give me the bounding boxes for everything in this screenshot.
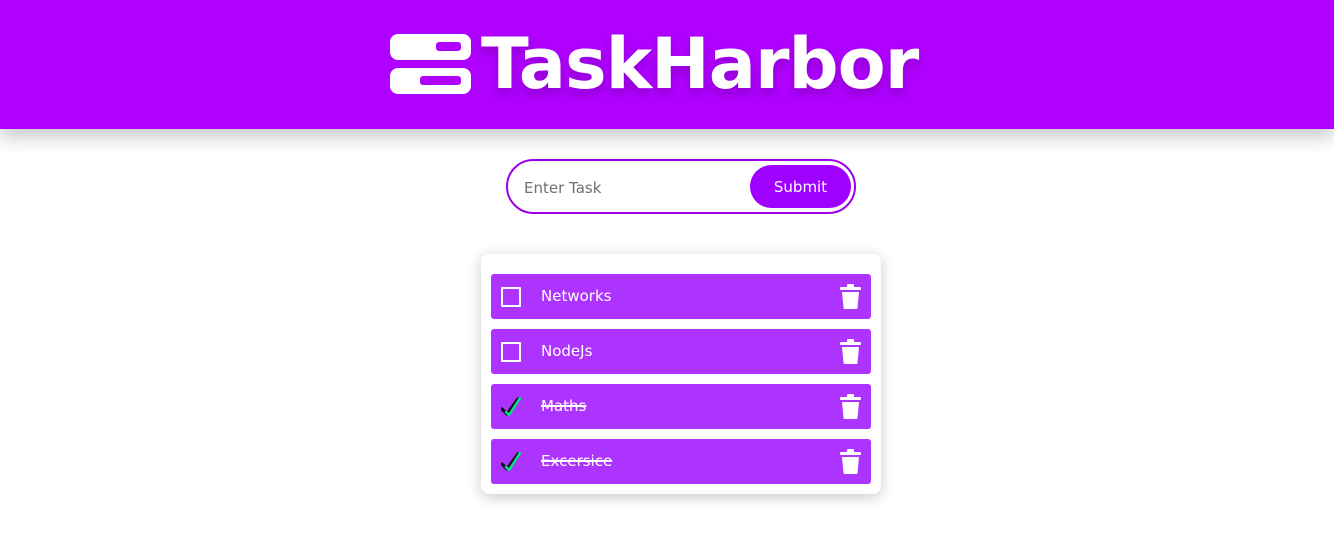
trash-icon[interactable] [840, 339, 861, 364]
submit-button[interactable]: Submit [750, 165, 851, 208]
task-label: NodeJs [541, 342, 593, 360]
brand: TaskHarbor [390, 23, 919, 105]
add-task-form: Submit [506, 159, 856, 214]
square-outline-icon[interactable] [501, 287, 521, 307]
checkmark-icon[interactable] [501, 452, 521, 472]
checkmark-icon[interactable] [501, 397, 521, 417]
task-list: Networks NodeJs Maths Excersice [481, 254, 881, 494]
square-outline-icon[interactable] [501, 342, 521, 362]
stacked-bars-logo-icon [390, 34, 471, 94]
list-item: Networks [491, 274, 871, 319]
task-input[interactable] [522, 173, 746, 202]
app-title: TaskHarbor [481, 23, 919, 105]
task-label: Maths [541, 397, 587, 415]
list-item: NodeJs [491, 329, 871, 374]
trash-icon[interactable] [840, 284, 861, 309]
app-header: TaskHarbor [0, 0, 1334, 129]
list-item: Maths [491, 384, 871, 429]
task-label: Networks [541, 287, 612, 305]
task-label: Excersice [541, 452, 613, 470]
list-item: Excersice [491, 439, 871, 484]
trash-icon[interactable] [840, 394, 861, 419]
trash-icon[interactable] [840, 449, 861, 474]
